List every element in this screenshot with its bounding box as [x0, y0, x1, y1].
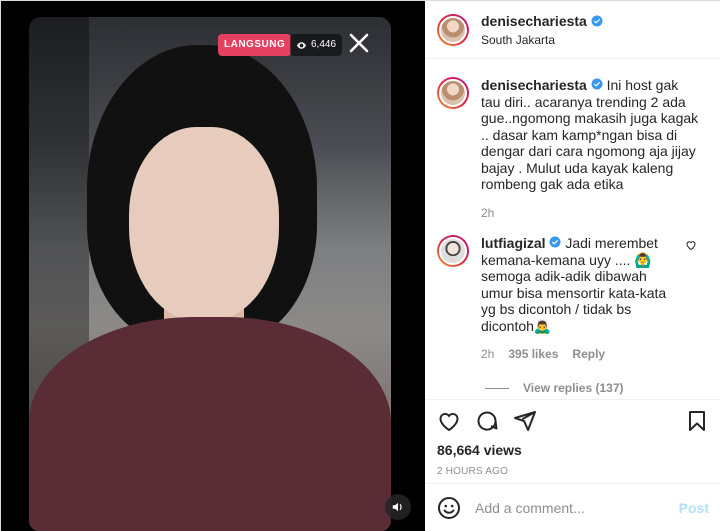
commenter-avatar[interactable] — [437, 235, 469, 267]
comment-like-heart-icon[interactable] — [685, 239, 697, 251]
post-dialog: LANGSUNG 6,446 denisechariesta South Jak… — [0, 0, 720, 531]
video-subject-shawl — [29, 317, 391, 531]
caption-author-avatar[interactable] — [437, 77, 469, 109]
post-timestamp[interactable]: 2 HOURS AGO — [437, 466, 709, 477]
verified-badge-icon — [591, 78, 603, 90]
comment-bubble-icon[interactable] — [475, 409, 499, 433]
sound-toggle-button[interactable] — [385, 494, 411, 520]
post-header: denisechariesta South Jakarta — [425, 1, 720, 59]
comment-composer: Post — [425, 483, 720, 531]
comment-timestamp[interactable]: 2h — [481, 346, 494, 363]
verified-badge-icon — [549, 236, 561, 248]
comment-reply-button[interactable]: Reply — [572, 346, 605, 363]
comment-likes[interactable]: 395 likes — [508, 346, 558, 363]
video-subject-face — [129, 127, 279, 322]
verified-badge-icon — [591, 15, 603, 26]
caption-text: Ini host gak tau diri.. acaranya trendin… — [481, 77, 699, 192]
viewer-count: 6,446 — [311, 39, 337, 50]
author-username[interactable]: denisechariesta — [481, 13, 587, 29]
eye-icon — [296, 41, 307, 49]
caption: denisechariesta Ini host gak tau diri.. … — [437, 77, 709, 221]
view-replies-button[interactable]: View replies (137) — [485, 381, 624, 395]
caption-author-username[interactable]: denisechariesta — [481, 77, 587, 93]
emoji-smiley-icon[interactable] — [437, 496, 461, 520]
replies-divider-line — [485, 387, 509, 389]
speaker-icon — [392, 502, 402, 512]
comment-input[interactable] — [475, 500, 679, 516]
post-side-panel: denisechariesta South Jakarta denisechar… — [425, 1, 720, 531]
view-replies-label: View replies (137) — [523, 381, 624, 395]
comments-list[interactable]: denisechariesta Ini host gak tau diri.. … — [425, 59, 720, 399]
caption-timestamp[interactable]: 2h — [481, 205, 494, 222]
post-comment-button[interactable]: Post — [679, 500, 709, 516]
share-paper-plane-icon[interactable] — [513, 409, 537, 433]
close-icon[interactable] — [347, 31, 371, 55]
live-badge: LANGSUNG — [218, 34, 292, 56]
viewer-count-badge: 6,446 — [290, 34, 343, 56]
like-heart-icon[interactable] — [437, 409, 461, 433]
media-pane: LANGSUNG 6,446 — [1, 1, 425, 531]
save-bookmark-icon[interactable] — [685, 409, 709, 433]
post-location[interactable]: South Jakarta — [481, 33, 603, 47]
live-video[interactable] — [29, 17, 391, 531]
commenter-username[interactable]: lutfiagizal — [481, 235, 546, 251]
comment-item: lutfiagizal Jadi merembet kemana-kemana … — [437, 235, 709, 363]
view-count[interactable]: 86,664 views — [437, 442, 709, 458]
author-avatar[interactable] — [437, 13, 469, 46]
post-actions: 86,664 views 2 HOURS AGO — [425, 399, 720, 477]
